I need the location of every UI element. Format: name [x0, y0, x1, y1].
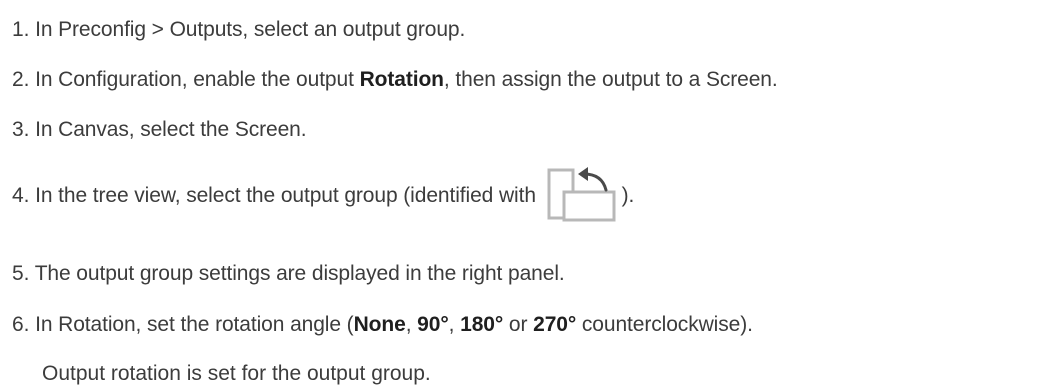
step-6-text-post: counterclockwise). [576, 313, 753, 336]
step-3-text: In Canvas, select the Screen. [35, 118, 307, 141]
step-6-separator-3: or [503, 313, 534, 336]
step-6-option-90: 90° [417, 313, 449, 336]
step-3: 3. In Canvas, select the Screen. [12, 118, 307, 142]
step-6-separator-2: , [448, 313, 461, 336]
instructions-document: 1. In Preconfig > Outputs, select an out… [0, 0, 1058, 392]
step-1: 1. In Preconfig > Outputs, select an out… [12, 18, 465, 42]
step-6-number: 6. [12, 313, 30, 336]
step-1-number: 1. [12, 18, 30, 41]
step-2-text-pre: In Configuration, enable the output [35, 68, 360, 91]
step-5-text: The output group settings are displayed … [34, 262, 565, 285]
step-6-text-pre: In Rotation, set the rotation angle ( [35, 313, 354, 336]
step-6-option-none: None [353, 313, 406, 336]
step-6-separator-1: , [405, 313, 418, 336]
step-6-option-270: 270° [533, 313, 577, 336]
step-5-number: 5. [12, 262, 30, 285]
step-4-text-pre: In the tree view, select the output grou… [35, 184, 542, 207]
step-2-rotation-term: Rotation [359, 68, 444, 91]
step-4: 4. In the tree view, select the output g… [12, 166, 634, 226]
step-5: 5. The output group settings are display… [12, 262, 565, 286]
output-rotation-icon [544, 164, 620, 224]
step-6-option-180: 180° [460, 313, 504, 336]
step-4-text-post: ). [621, 184, 635, 207]
step-2: 2. In Configuration, enable the output R… [12, 68, 778, 92]
step-2-text-post: , then assign the output to a Screen. [443, 68, 778, 91]
step-2-number: 2. [12, 68, 30, 91]
step-1-text: In Preconfig > Outputs, select an output… [35, 18, 466, 41]
step-3-number: 3. [12, 118, 30, 141]
step-6: 6. In Rotation, set the rotation angle (… [12, 313, 753, 337]
step-4-number: 4. [12, 184, 30, 207]
step-6-result: Output rotation is set for the output gr… [42, 362, 431, 385]
